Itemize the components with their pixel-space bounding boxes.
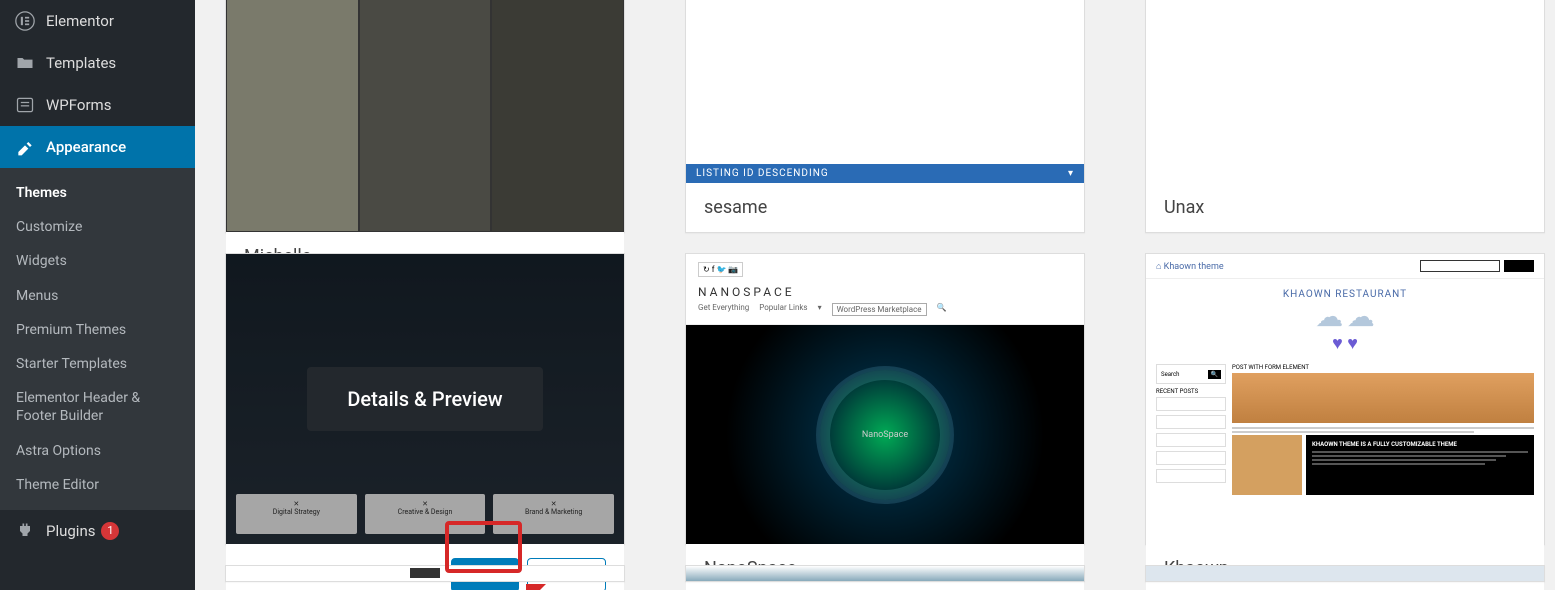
theme-name: sesame <box>704 197 767 218</box>
submenu-theme-editor[interactable]: Theme Editor <box>0 468 195 502</box>
theme-thumbnail <box>226 0 624 232</box>
submenu-menus[interactable]: Menus <box>0 279 195 313</box>
submenu-widgets[interactable]: Widgets <box>0 244 195 278</box>
form-icon <box>14 94 36 116</box>
menu-label: Appearance <box>46 138 126 156</box>
theme-card-everse[interactable]: We move the digitalindustry forward ✕Dig… <box>225 253 625 545</box>
theme-thumbnail: ↻ f 🐦 📷 NANOSPACE Get EverythingPopular … <box>686 254 1084 544</box>
theme-thumbnail: We move the digitalindustry forward ✕Dig… <box>226 254 624 544</box>
theme-thumbnail: LATEST PROPERTIES LISTING ID DESCENDING … <box>686 0 1084 183</box>
theme-card-nanospace[interactable]: ↻ f 🐦 📷 NANOSPACE Get EverythingPopular … <box>685 253 1085 545</box>
theme-name: Unax <box>1164 197 1204 218</box>
theme-card-peek[interactable] <box>1145 565 1545 582</box>
plugins-update-count: 1 <box>101 522 119 540</box>
menu-item-appearance[interactable]: Appearance <box>0 126 195 168</box>
theme-card-michelle[interactable]: Michelle <box>225 0 625 233</box>
menu-label: Elementor <box>46 12 114 30</box>
submenu-header-footer[interactable]: Elementor Header & Footer Builder <box>0 381 195 433</box>
menu-item-templates[interactable]: Templates <box>0 42 195 84</box>
theme-browser: Michelle LATEST PROPERTIES LISTING ID DE… <box>195 0 1555 590</box>
menu-item-plugins[interactable]: Plugins 1 <box>0 510 195 552</box>
theme-card-peek[interactable] <box>225 565 625 582</box>
submenu-premium-themes[interactable]: Premium Themes <box>0 313 195 347</box>
theme-thumbnail: Tags <box>1146 0 1544 183</box>
menu-item-wpforms[interactable]: WPForms <box>0 84 195 126</box>
submenu-themes[interactable]: Themes <box>0 176 195 210</box>
theme-thumbnail: ⌂ Khaown theme KHAOWN RESTAURANT ☁ ☁ ♥ ♥… <box>1146 254 1544 544</box>
submenu-customize[interactable]: Customize <box>0 210 195 244</box>
plugin-icon <box>14 520 36 542</box>
theme-hover-overlay: Details & Preview <box>226 254 624 544</box>
submenu-astra-options[interactable]: Astra Options <box>0 434 195 468</box>
menu-item-elementor[interactable]: Elementor <box>0 0 195 42</box>
theme-card-unax[interactable]: Tags Unax <box>1145 0 1545 233</box>
elementor-icon <box>14 10 36 32</box>
submenu-starter-templates[interactable]: Starter Templates <box>0 347 195 381</box>
menu-label: Plugins <box>46 522 95 540</box>
folder-icon <box>14 52 36 74</box>
theme-card-khaown[interactable]: ⌂ Khaown theme KHAOWN RESTAURANT ☁ ☁ ♥ ♥… <box>1145 253 1545 545</box>
details-preview-button[interactable]: Details & Preview <box>307 367 542 431</box>
theme-card-peek[interactable] <box>685 565 1085 582</box>
appearance-submenu: Themes Customize Widgets Menus Premium T… <box>0 168 195 510</box>
theme-card-sesame[interactable]: LATEST PROPERTIES LISTING ID DESCENDING … <box>685 0 1085 233</box>
admin-sidebar: Elementor Templates WPForms Appearance T… <box>0 0 195 590</box>
menu-label: Templates <box>46 54 116 72</box>
menu-label: WPForms <box>46 96 111 114</box>
brush-icon <box>14 136 36 158</box>
